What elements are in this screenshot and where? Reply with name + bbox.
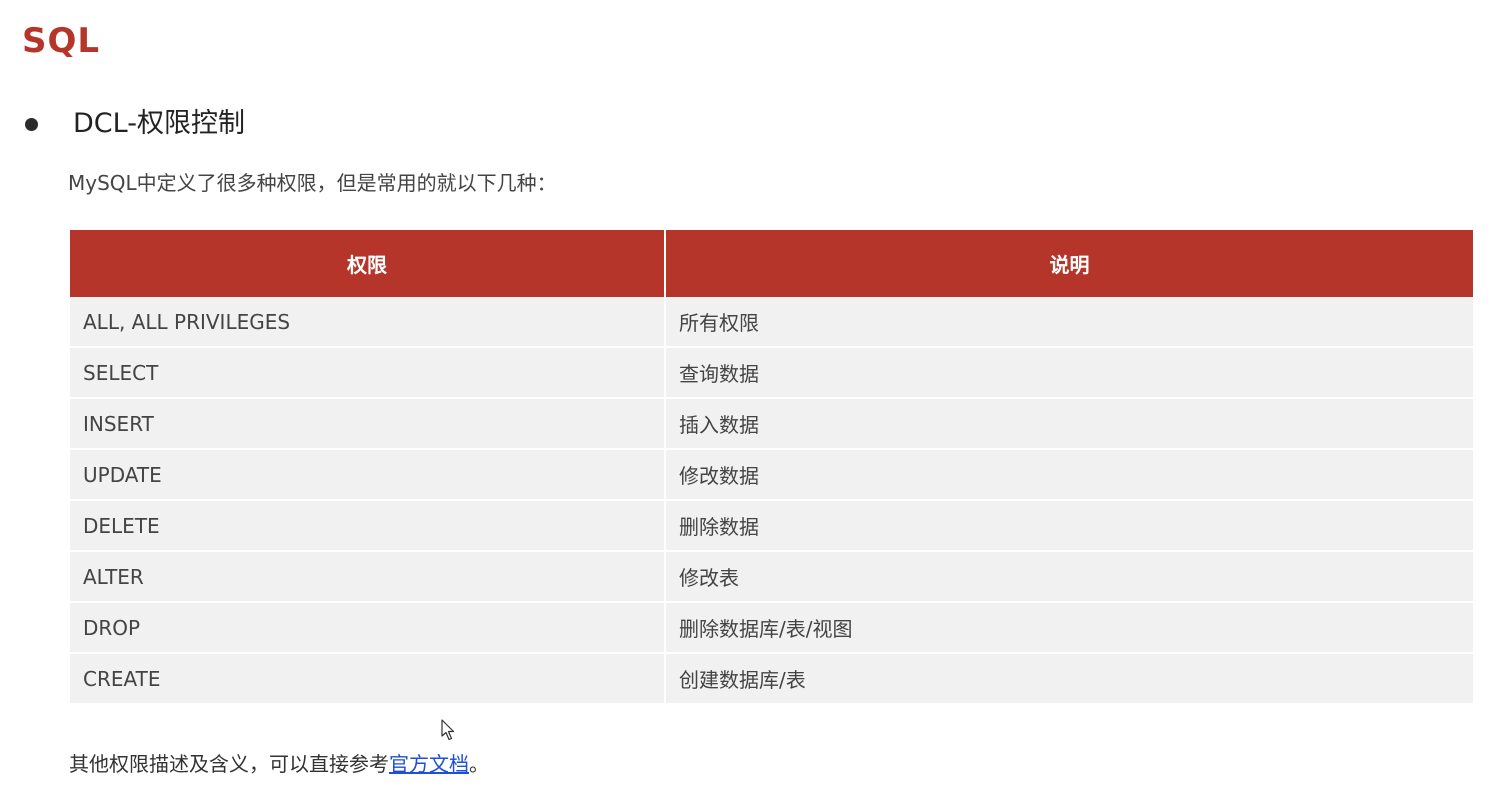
- table-row: CREATE 创建数据库/表: [70, 654, 1473, 705]
- column-header-description: 说明: [666, 230, 1473, 297]
- privilege-cell: CREATE: [70, 654, 666, 705]
- column-header-privilege: 权限: [70, 230, 666, 297]
- table-row: INSERT 插入数据: [70, 399, 1473, 450]
- privilege-cell: UPDATE: [70, 450, 666, 501]
- privilege-cell: DROP: [70, 603, 666, 654]
- privilege-cell: SELECT: [70, 348, 666, 399]
- description-cell: 插入数据: [666, 399, 1473, 450]
- table-row: ALL, ALL PRIVILEGES 所有权限: [70, 297, 1473, 348]
- bullet-dot-icon: [25, 117, 38, 131]
- privilege-cell: INSERT: [70, 399, 666, 450]
- privilege-cell: DELETE: [70, 501, 666, 552]
- intro-text: MySQL中定义了很多种权限，但是常用的就以下几种：: [68, 171, 557, 195]
- table-row: UPDATE 修改数据: [70, 450, 1473, 501]
- footer-suffix: 。: [469, 752, 489, 776]
- page-title: SQL: [22, 21, 101, 61]
- description-cell: 删除数据: [666, 501, 1473, 552]
- description-cell: 修改数据: [666, 450, 1473, 501]
- description-cell: 查询数据: [666, 348, 1473, 399]
- table-row: DELETE 删除数据: [70, 501, 1473, 552]
- official-docs-link[interactable]: 官方文档: [389, 752, 469, 776]
- footer-prefix: 其他权限描述及含义，可以直接参考: [69, 752, 389, 776]
- privilege-cell: ALTER: [70, 552, 666, 603]
- table-header-row: 权限 说明: [70, 230, 1473, 297]
- description-cell: 创建数据库/表: [666, 654, 1473, 705]
- footer-note: 其他权限描述及含义，可以直接参考官方文档。: [69, 748, 489, 780]
- mouse-pointer-icon: [441, 719, 455, 741]
- description-cell: 修改表: [666, 552, 1473, 603]
- table-row: ALTER 修改表: [70, 552, 1473, 603]
- description-cell: 所有权限: [666, 297, 1473, 348]
- table-row: DROP 删除数据库/表/视图: [70, 603, 1473, 654]
- section-heading: DCL-权限控制: [73, 108, 245, 139]
- description-cell: 删除数据库/表/视图: [666, 603, 1473, 654]
- table-row: SELECT 查询数据: [70, 348, 1473, 399]
- privileges-table: 权限 说明 ALL, ALL PRIVILEGES 所有权限 SELECT 查询…: [70, 230, 1473, 705]
- section-heading-row: DCL-权限控制: [22, 102, 245, 146]
- privilege-cell: ALL, ALL PRIVILEGES: [70, 297, 666, 348]
